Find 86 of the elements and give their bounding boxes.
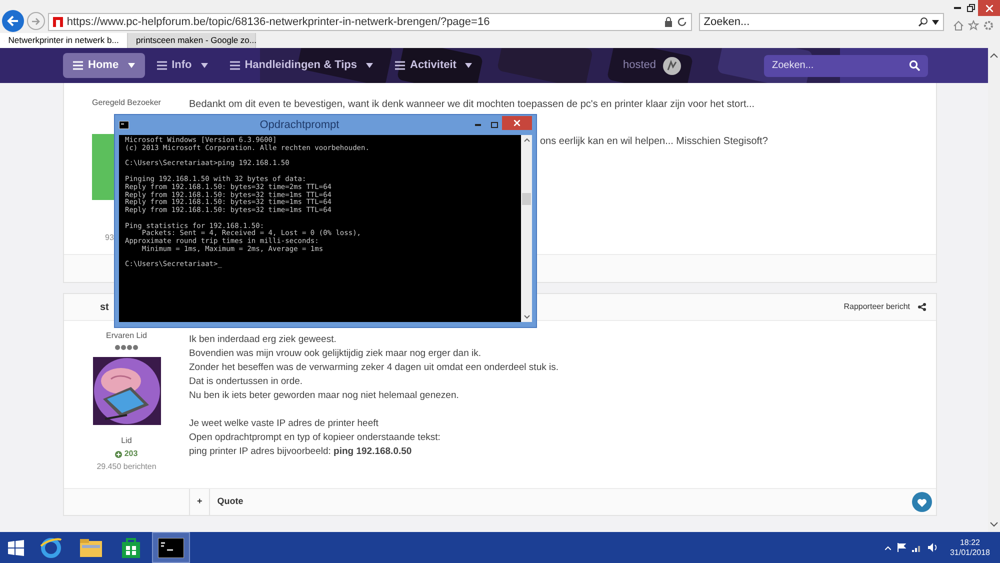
caret-icon bbox=[128, 63, 135, 68]
post-text: Dat is ondertussen in orde. bbox=[189, 375, 304, 389]
member-rank: Geregeld Bezoeker bbox=[92, 97, 161, 109]
scroll-down-icon bbox=[990, 522, 998, 527]
close-button[interactable] bbox=[502, 116, 532, 130]
address-bar[interactable]: https://www.pc-helpforum.be/topic/68136-netwerkprinter-in-netwerk-brengen/?page=16 bbox=[48, 13, 692, 31]
folder-icon bbox=[79, 536, 103, 558]
post-text: Je weet welke vaste IP adres de printer heeft bbox=[189, 417, 380, 431]
nav-item[interactable]: Home bbox=[63, 53, 145, 78]
post-text: Bovendien was mijn vrouw ook gelijktijdig ziek maar nog erger dan ik. bbox=[189, 347, 482, 361]
scroll-up-icon bbox=[524, 138, 530, 142]
add-button[interactable]: + bbox=[189, 489, 210, 515]
lock-icon bbox=[664, 17, 673, 27]
clock-date: 31/01/2018 bbox=[950, 548, 990, 558]
url-text: https://www.pc-helpforum.be/topic/68136-netwerkprinter-in-netwerk-brengen/?page=16 bbox=[66, 14, 491, 30]
scroll-down-icon bbox=[524, 315, 530, 319]
post-text: Zonder het beseffen was de verwarming zeker 4 dagen uit omdat een onderdeel stuk is. bbox=[189, 361, 558, 375]
member-rank: Ervaren Lid bbox=[106, 330, 147, 342]
tab-label: printsceen maken - Google zo... bbox=[136, 34, 256, 47]
clock-time: 18:22 bbox=[960, 538, 980, 548]
nav-item[interactable]: Handleidingen & Tips bbox=[220, 53, 383, 78]
post-count-text: 93 bbox=[105, 232, 114, 244]
minimize-icon bbox=[475, 124, 481, 126]
post-text: Nu ben ik iets beter geworden maar nog niet helemaal genezen. bbox=[189, 389, 460, 403]
hosted-label: hosted bbox=[622, 58, 656, 74]
search-input: Zoeken... bbox=[704, 14, 918, 30]
search-icon bbox=[909, 60, 920, 71]
console-icon bbox=[158, 538, 184, 558]
nav-item[interactable]: Activiteit bbox=[385, 53, 482, 78]
refresh-icon bbox=[676, 17, 687, 27]
plus-circle-icon bbox=[115, 450, 122, 458]
minimize-icon bbox=[954, 7, 960, 9]
nav-icon bbox=[395, 61, 405, 70]
browser-tab[interactable]: Netwerkprinter in netwerk b... bbox=[0, 33, 128, 48]
caret-icon bbox=[932, 20, 939, 24]
tab-label: Netwerkprinter in netwerk b... bbox=[8, 34, 119, 47]
volume-icon bbox=[928, 543, 938, 552]
close-icon bbox=[986, 4, 992, 12]
caret-icon bbox=[200, 63, 208, 68]
search-field[interactable]: Zoeken... bbox=[698, 13, 944, 31]
post-text: ping printer IP adres bijvoorbeeld: ping 192.168.0.50 bbox=[189, 445, 413, 459]
back-arrow-icon bbox=[6, 15, 19, 27]
share-icon bbox=[918, 303, 926, 311]
site-search-input: Zoeken... bbox=[772, 58, 909, 73]
restore-icon bbox=[967, 4, 975, 12]
reputation-count: 203 bbox=[124, 448, 138, 460]
like-button[interactable] bbox=[912, 492, 932, 512]
settings-icon bbox=[983, 20, 994, 31]
windows-logo-icon bbox=[8, 540, 24, 556]
post-text: ons eerlijk kan en wil helpen... Misschien Stegisoft? bbox=[540, 135, 768, 149]
close-icon bbox=[514, 120, 520, 126]
scroll-thumb bbox=[522, 192, 531, 204]
taskbar-app[interactable] bbox=[152, 532, 190, 563]
scroll-up-icon bbox=[990, 53, 998, 58]
host-logo-icon bbox=[662, 56, 682, 76]
site-search-field[interactable]: Zoeken... bbox=[764, 54, 928, 76]
home-icon bbox=[953, 20, 964, 31]
post-text: Ik ben inderdaad erg ziek geweest. bbox=[189, 333, 338, 347]
signal-icon bbox=[912, 544, 922, 552]
post-text: Bedankt om dit even te bevestigen, want ik denk wanneer we dit mochten toepassen de pc's en printer klaar zijn voor het stort... bbox=[189, 98, 756, 112]
star-icon bbox=[968, 20, 979, 31]
post-text: Open opdrachtprompt en typ of kopieer onderstaande tekst: bbox=[189, 431, 442, 445]
browser-tab[interactable]: printsceen maken - Google zo... bbox=[128, 33, 256, 48]
report-link[interactable]: Rapporteer bericht bbox=[844, 301, 910, 313]
nav-icon bbox=[73, 61, 83, 70]
store-icon bbox=[120, 536, 142, 558]
heart-icon bbox=[917, 498, 927, 506]
window-title: Opdrachtprompt bbox=[258, 118, 340, 133]
member-group: Lid bbox=[121, 435, 132, 447]
quote-button[interactable]: Quote bbox=[209, 489, 250, 515]
post-count-text: 29.450 berichten bbox=[96, 461, 156, 473]
nav-icon bbox=[230, 61, 240, 70]
chevron-up-icon bbox=[884, 546, 891, 550]
browser-icon bbox=[39, 536, 63, 560]
close-button[interactable] bbox=[978, 0, 1000, 16]
caret-icon bbox=[366, 63, 373, 68]
nav-icon bbox=[156, 61, 167, 70]
search-icon bbox=[918, 17, 928, 27]
maximize-icon bbox=[490, 122, 498, 128]
flag-icon bbox=[896, 543, 906, 552]
forward-arrow-icon bbox=[31, 16, 40, 26]
console-icon bbox=[119, 121, 129, 129]
caret-icon bbox=[465, 63, 472, 68]
author-name: st bbox=[100, 300, 109, 314]
nav-item[interactable]: Info bbox=[146, 53, 218, 78]
back-button[interactable] bbox=[2, 10, 24, 32]
